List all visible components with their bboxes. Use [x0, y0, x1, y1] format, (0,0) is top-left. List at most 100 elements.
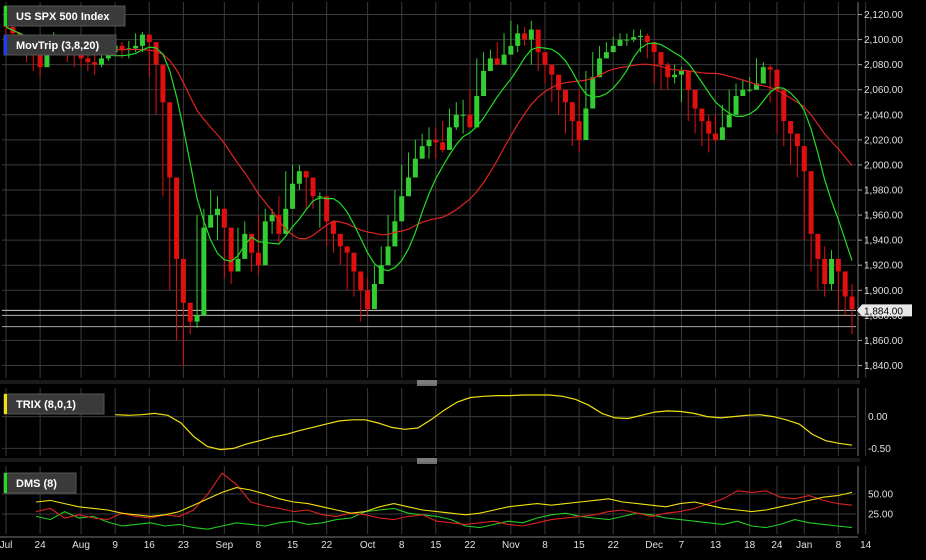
candle-body[interactable] [726, 114, 732, 128]
candle-body[interactable] [139, 34, 145, 46]
candle-body[interactable] [678, 70, 684, 75]
candle-body[interactable] [515, 33, 521, 46]
candle-body[interactable] [208, 215, 214, 228]
candle-body[interactable] [474, 96, 480, 128]
candle-body[interactable] [829, 258, 835, 284]
candle-body[interactable] [371, 284, 377, 310]
candle-body[interactable] [174, 177, 180, 259]
candle-body[interactable] [201, 227, 207, 316]
candle-body[interactable] [194, 315, 200, 322]
candle-body[interactable] [365, 290, 371, 310]
candle-body[interactable] [603, 52, 609, 59]
candle-body[interactable] [542, 52, 548, 65]
candle-body[interactable] [167, 102, 173, 178]
trix-panel-label[interactable]: TRIX (8,0,1) [3, 393, 105, 415]
candle-body[interactable] [99, 58, 105, 65]
candle-body[interactable] [330, 221, 336, 234]
candle-body[interactable] [344, 246, 350, 253]
candle-body[interactable] [849, 296, 855, 310]
candle-body[interactable] [133, 45, 139, 49]
candle-body[interactable] [740, 89, 746, 96]
candle-body[interactable] [37, 54, 43, 68]
candle-body[interactable] [549, 64, 555, 75]
candle-body[interactable] [631, 37, 637, 40]
candle-body[interactable] [760, 67, 766, 84]
candle-body[interactable] [815, 233, 821, 259]
candle-body[interactable] [528, 29, 534, 40]
candle-body[interactable] [146, 34, 152, 43]
candle-body[interactable] [822, 258, 828, 284]
candle-body[interactable] [385, 246, 391, 266]
candle-body[interactable] [617, 39, 623, 46]
candle-body[interactable] [92, 62, 98, 65]
candle-body[interactable] [719, 127, 725, 140]
candle-body[interactable] [522, 33, 528, 40]
candle-body[interactable] [303, 171, 309, 178]
candle-body[interactable] [235, 258, 241, 272]
candle-body[interactable] [658, 52, 664, 65]
candle-body[interactable] [590, 77, 596, 109]
candle-body[interactable] [501, 54, 507, 65]
candle-body[interactable] [699, 108, 705, 122]
candle-body[interactable] [180, 258, 186, 303]
candle-body[interactable] [242, 233, 248, 259]
candle-body[interactable] [215, 208, 220, 216]
candle-body[interactable] [801, 146, 807, 172]
candle-body[interactable] [453, 114, 459, 128]
candle-body[interactable] [487, 58, 493, 71]
candle-body[interactable] [85, 58, 91, 63]
candle-body[interactable] [685, 70, 691, 90]
price-panel-label[interactable]: US SPX 500 Index [3, 5, 126, 27]
candle-body[interactable] [324, 196, 330, 222]
candle-body[interactable] [358, 271, 364, 291]
candle-body[interactable] [665, 64, 671, 78]
candle-body[interactable] [556, 74, 562, 90]
dms-panel-label[interactable]: DMS (8) [3, 472, 77, 494]
candle-body[interactable] [419, 146, 425, 159]
candle-body[interactable] [774, 69, 780, 90]
candle-body[interactable] [672, 74, 678, 78]
candle-body[interactable] [692, 89, 698, 109]
candle-body[interactable] [412, 158, 418, 178]
candle-body[interactable] [767, 67, 773, 70]
candle-body[interactable] [440, 142, 446, 150]
candle-body[interactable] [392, 221, 398, 247]
candle-body[interactable] [290, 183, 296, 209]
candle-body[interactable] [808, 171, 814, 234]
candle-body[interactable] [494, 58, 500, 65]
candle-body[interactable] [576, 121, 582, 140]
candle-body[interactable] [399, 196, 405, 222]
candle-body[interactable] [467, 114, 473, 128]
candle-body[interactable] [638, 35, 643, 38]
candle-body[interactable] [508, 45, 514, 55]
candle-body[interactable] [187, 302, 193, 322]
candle-body[interactable] [713, 133, 719, 140]
candle-body[interactable] [788, 121, 794, 134]
ma-panel-label[interactable]: MovTrip (3,8,20) [3, 34, 117, 56]
candle-body[interactable] [535, 29, 541, 53]
candle-body[interactable] [255, 252, 261, 266]
candle-body[interactable] [842, 271, 848, 297]
candle-body[interactable] [221, 208, 227, 228]
candle-body[interactable] [153, 42, 159, 65]
candle-body[interactable] [644, 35, 650, 43]
candle-body[interactable] [433, 139, 439, 143]
candle-body[interactable] [706, 121, 712, 134]
candle-body[interactable] [406, 177, 412, 197]
candle-body[interactable] [733, 96, 739, 115]
candle-body[interactable] [481, 70, 487, 96]
candle-body[interactable] [562, 89, 568, 103]
candle-body[interactable] [228, 227, 234, 272]
candle-body[interactable] [310, 177, 316, 197]
candle-body[interactable] [624, 39, 630, 41]
candle-body[interactable] [296, 171, 302, 184]
candle-body[interactable] [747, 89, 753, 91]
candle-body[interactable] [583, 108, 589, 140]
candle-body[interactable] [610, 45, 616, 53]
candle-body[interactable] [269, 215, 275, 222]
candle-body[interactable] [835, 258, 841, 272]
candle-body[interactable] [160, 64, 166, 103]
candle-body[interactable] [569, 102, 575, 122]
candle-body[interactable] [317, 196, 323, 198]
candle-body[interactable] [351, 252, 357, 272]
